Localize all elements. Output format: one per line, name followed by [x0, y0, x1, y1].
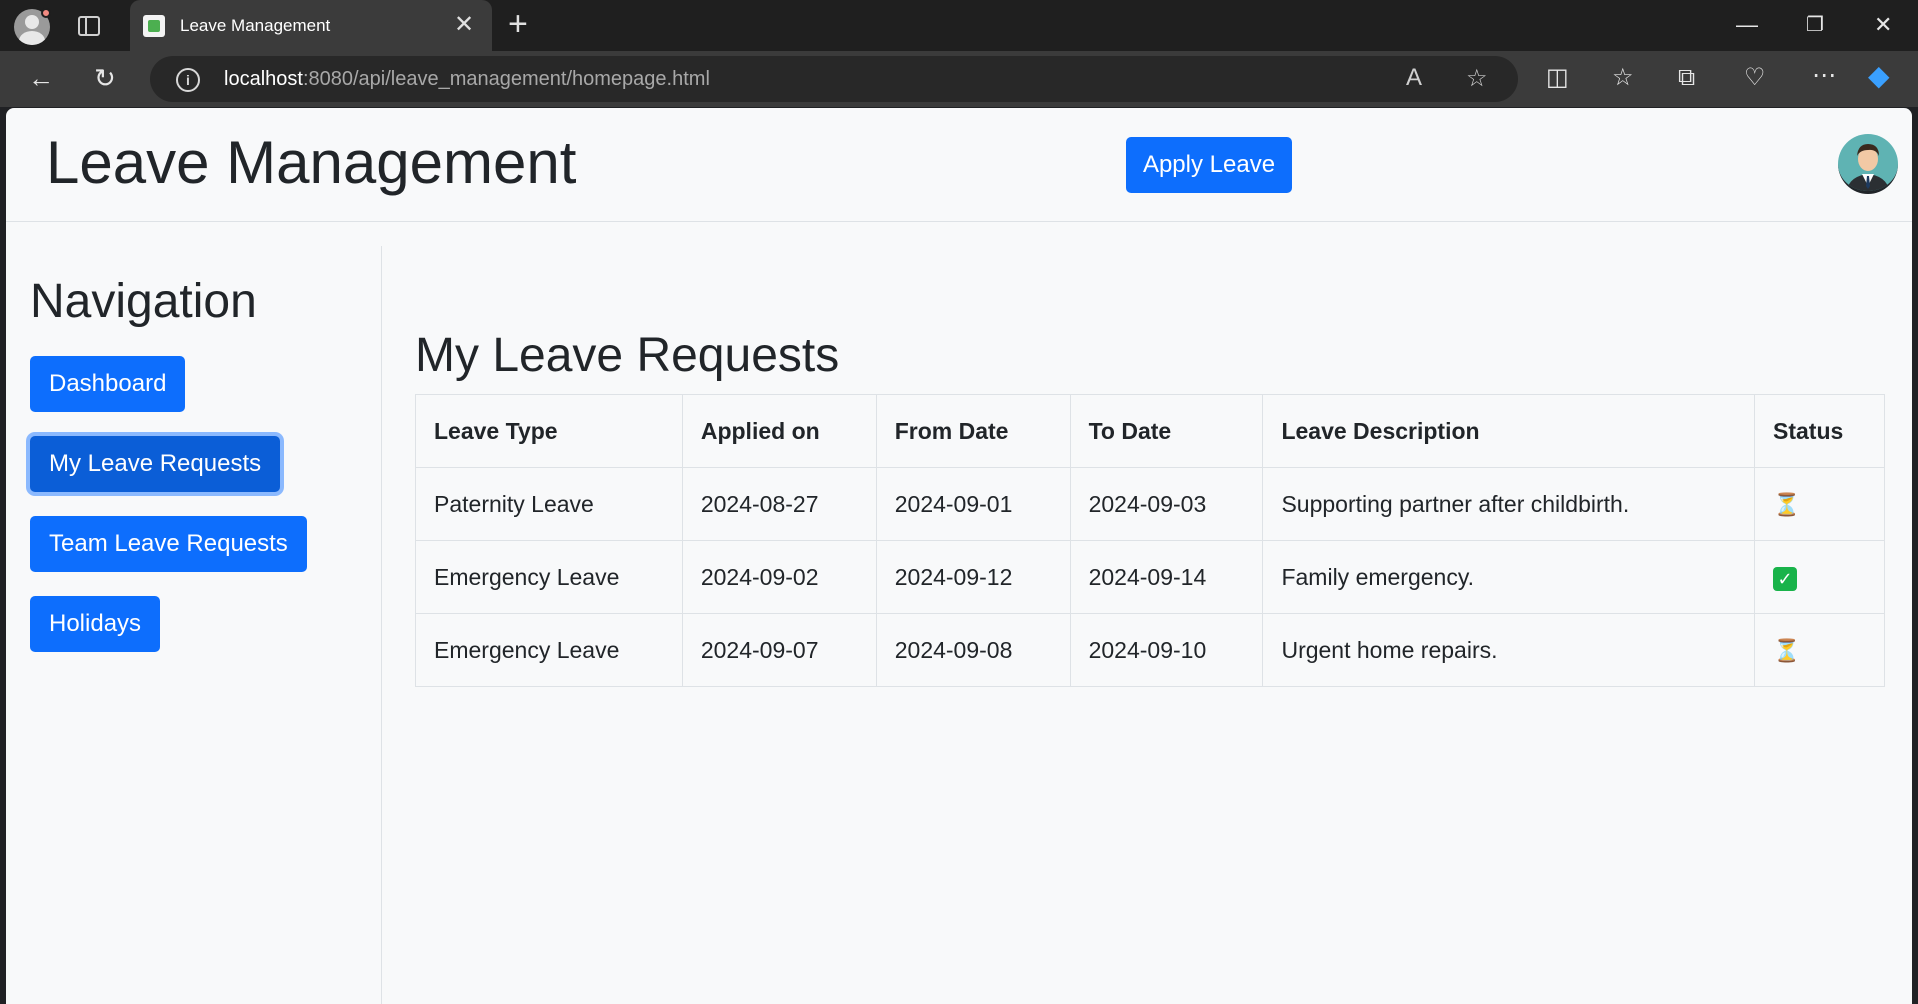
favorites-icon[interactable]: ☆: [1612, 63, 1634, 93]
sidebar: Navigation Dashboard My Leave Requests T…: [6, 246, 382, 1004]
description-cell: Urgent home repairs.: [1262, 613, 1755, 687]
main-content: My Leave Requests Leave Type Applied on …: [383, 246, 1912, 1004]
leave-type-cell: Paternity Leave: [415, 467, 683, 541]
table-row: Paternity Leave 2024-08-27 2024-09-01 20…: [415, 467, 1885, 541]
nav-team-leave-requests-button[interactable]: Team Leave Requests: [30, 516, 307, 572]
check-icon: ✓: [1773, 566, 1797, 591]
collections-icon[interactable]: ⧉: [1678, 63, 1695, 93]
from-date-cell: 2024-09-01: [875, 467, 1071, 541]
column-header: Leave Description: [1262, 394, 1755, 468]
from-date-cell: 2024-09-12: [875, 540, 1071, 614]
web-page: Leave Management Apply Leave Navigation …: [6, 108, 1912, 1004]
hourglass-icon: ⏳: [1773, 637, 1801, 663]
close-window-icon[interactable]: ✕: [1874, 10, 1892, 40]
applied-on-cell: 2024-08-27: [681, 467, 877, 541]
page-header: Leave Management Apply Leave: [6, 108, 1912, 222]
restore-icon[interactable]: ❐: [1806, 10, 1824, 40]
more-menu-icon[interactable]: ⋯: [1812, 61, 1836, 91]
address-bar[interactable]: i localhost:8080/api/leave_management/ho…: [150, 56, 1518, 102]
tab-title: Leave Management: [180, 16, 331, 35]
avatar-person-icon: [1846, 144, 1890, 191]
status-cell: ✓: [1754, 540, 1885, 614]
page-brand-title: Leave Management: [46, 129, 577, 196]
column-header: From Date: [875, 394, 1071, 468]
leave-requests-table: Leave Type Applied on From Date To Date …: [415, 394, 1885, 687]
table-row: Emergency Leave 2024-09-07 2024-09-08 20…: [415, 613, 1885, 687]
description-cell: Family emergency.: [1262, 540, 1755, 614]
minimize-icon[interactable]: —: [1736, 10, 1758, 40]
column-header: Leave Type: [415, 394, 683, 468]
nav-dashboard-button[interactable]: Dashboard: [30, 356, 186, 412]
read-aloud-icon[interactable]: A: [1406, 64, 1422, 92]
copilot-icon[interactable]: ◆: [1868, 61, 1890, 91]
column-header: Status: [1754, 394, 1885, 468]
nav-holidays-button[interactable]: Holidays: [30, 596, 161, 652]
split-screen-icon[interactable]: ◫: [1546, 63, 1569, 93]
from-date-cell: 2024-09-08: [875, 613, 1071, 687]
to-date-cell: 2024-09-14: [1069, 540, 1264, 614]
section-title: My Leave Requests: [415, 329, 840, 382]
browser-titlebar: Leave Management ✕ + — ❐ ✕: [0, 0, 1918, 51]
leave-type-cell: Emergency Leave: [415, 540, 683, 614]
applied-on-cell: 2024-09-07: [681, 613, 877, 687]
table-row: Emergency Leave 2024-09-02 2024-09-12 20…: [415, 540, 1885, 614]
column-header: To Date: [1069, 394, 1264, 468]
close-tab-icon[interactable]: ✕: [454, 10, 474, 40]
browser-tab[interactable]: Leave Management ✕: [130, 0, 492, 51]
favicon-icon: [143, 15, 165, 37]
sidebar-title: Navigation: [30, 275, 257, 328]
site-info-icon[interactable]: i: [176, 68, 200, 92]
to-date-cell: 2024-09-10: [1069, 613, 1264, 687]
browser-essentials-icon[interactable]: ♡: [1744, 63, 1766, 93]
table-header-row: Leave Type Applied on From Date To Date …: [415, 394, 1885, 468]
applied-on-cell: 2024-09-02: [681, 540, 877, 614]
browser-toolbar: ← ↻ i localhost:8080/api/leave_managemen…: [0, 51, 1918, 107]
new-tab-icon[interactable]: +: [508, 4, 528, 44]
back-icon[interactable]: ←: [28, 63, 54, 93]
favorite-star-icon[interactable]: ☆: [1466, 64, 1488, 93]
notification-dot: [41, 8, 51, 18]
user-avatar[interactable]: [1838, 134, 1898, 194]
to-date-cell: 2024-09-03: [1069, 467, 1264, 541]
status-cell: ⏳: [1754, 467, 1885, 541]
hourglass-icon: ⏳: [1773, 491, 1801, 517]
apply-leave-button[interactable]: Apply Leave: [1126, 137, 1292, 193]
description-cell: Supporting partner after childbirth.: [1262, 467, 1755, 541]
nav-my-leave-requests-button[interactable]: My Leave Requests: [30, 436, 281, 492]
status-cell: ⏳: [1754, 613, 1885, 687]
url-text[interactable]: localhost:8080/api/leave_management/home…: [224, 68, 710, 91]
tab-actions-icon[interactable]: [78, 16, 100, 36]
column-header: Applied on: [681, 394, 877, 468]
refresh-icon[interactable]: ↻: [94, 63, 116, 93]
leave-type-cell: Emergency Leave: [415, 613, 683, 687]
